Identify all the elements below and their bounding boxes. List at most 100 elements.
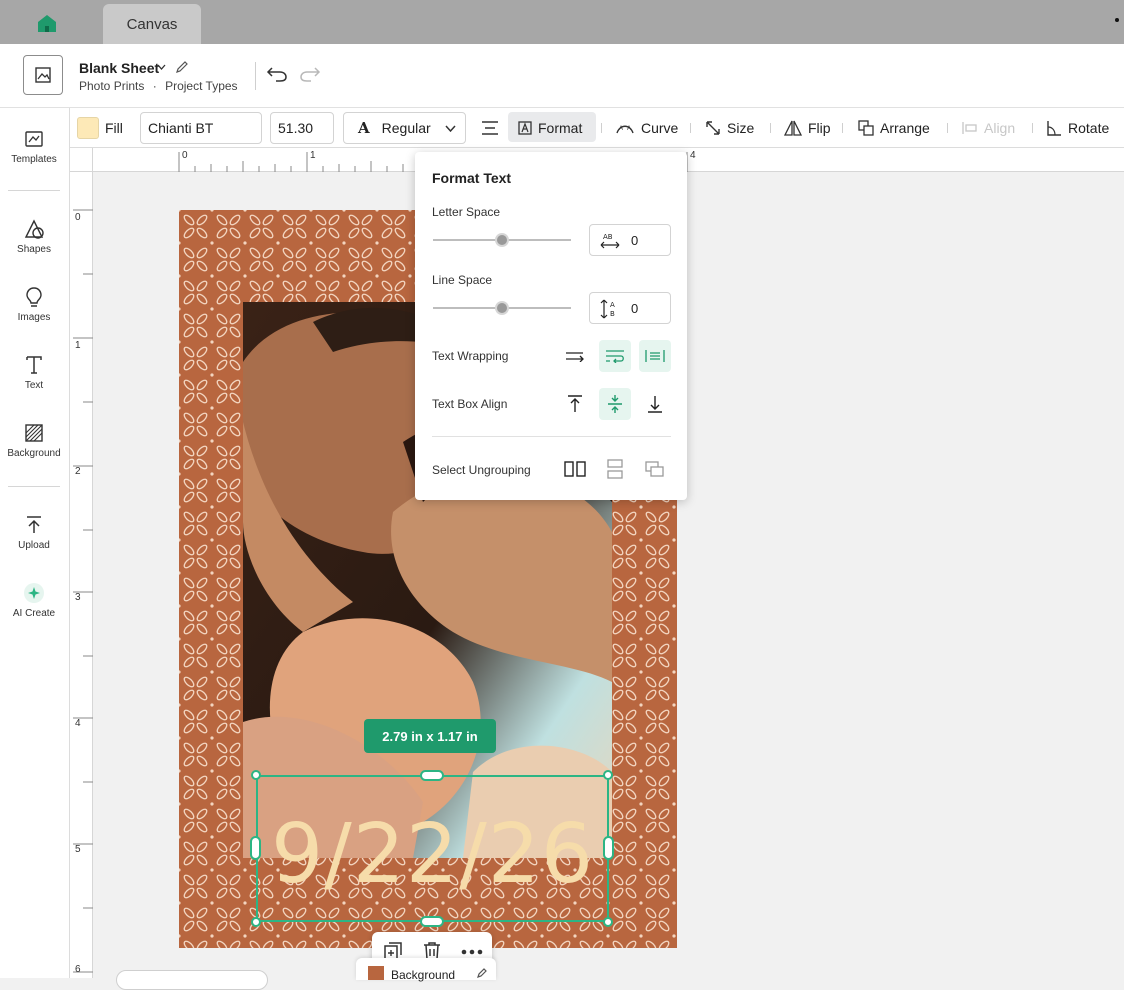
ungroup-lines-option[interactable] xyxy=(599,453,631,485)
breadcrumb-photo-prints[interactable]: Photo Prints xyxy=(79,79,144,93)
format-button[interactable]: Format xyxy=(518,108,582,148)
zoom-pill[interactable] xyxy=(116,970,268,990)
letter-space-value: 0 xyxy=(631,233,639,248)
resize-handle-bottom-right[interactable] xyxy=(603,917,613,927)
resize-handle-bottom-left[interactable] xyxy=(251,917,261,927)
font-style-select[interactable]: A Regular xyxy=(343,112,466,144)
flip-button[interactable]: Flip xyxy=(784,108,831,148)
rotate-icon xyxy=(1047,121,1061,136)
align-bottom-icon xyxy=(648,396,662,413)
sidebar-item-upload[interactable]: Upload xyxy=(0,514,68,551)
background-icon xyxy=(25,424,43,442)
resize-handle-top-right[interactable] xyxy=(603,770,613,780)
align-top-option[interactable] xyxy=(559,388,591,420)
resize-handle-top-left[interactable] xyxy=(251,770,261,780)
sidebar-label: Shapes xyxy=(17,244,51,255)
wrap-fit-option[interactable] xyxy=(639,340,671,372)
project-title[interactable]: Blank Sheet xyxy=(79,60,159,76)
sidebar-label: Background xyxy=(7,448,61,459)
curve-button[interactable]: AA Curve xyxy=(615,108,678,148)
upload-icon xyxy=(27,516,41,533)
align-bottom-option[interactable] xyxy=(639,388,671,420)
sidebar-label: Images xyxy=(17,312,51,323)
sidebar-item-text[interactable]: Text xyxy=(0,354,68,391)
align-middle-option[interactable] xyxy=(599,388,631,420)
redo-icon[interactable] xyxy=(299,65,321,83)
sidebar-item-images[interactable]: Images xyxy=(0,286,68,323)
arrange-button[interactable]: Arrange xyxy=(858,108,930,148)
align-icon xyxy=(962,122,977,134)
line-space-input[interactable]: AB 0 xyxy=(589,292,671,324)
sidebar-label: Templates xyxy=(11,154,57,165)
rename-pencil-icon[interactable] xyxy=(175,60,189,74)
chevron-down-icon[interactable] xyxy=(157,64,166,70)
ruler-ticks xyxy=(73,209,93,973)
more-dot-icon[interactable] xyxy=(1115,18,1119,22)
svg-text:A: A xyxy=(619,126,623,132)
wrap-text-option[interactable] xyxy=(599,340,631,372)
resize-handle-right[interactable] xyxy=(603,836,614,860)
breadcrumb-project-types[interactable]: Project Types xyxy=(165,79,237,93)
resize-handle-bottom[interactable] xyxy=(420,916,444,927)
tab-canvas[interactable]: Canvas xyxy=(103,4,201,44)
wrap-none-option[interactable] xyxy=(559,340,591,372)
font-style-value: Regular xyxy=(381,120,431,136)
dimension-badge: 2.79 in x 1.17 in xyxy=(364,719,496,753)
sidebar-item-background[interactable]: Background xyxy=(0,422,68,459)
breadcrumb-separator: · xyxy=(152,79,157,93)
ruler-label: 2 xyxy=(75,466,81,477)
fill-label[interactable]: Fill xyxy=(105,108,123,148)
resize-handle-left[interactable] xyxy=(250,836,261,860)
resize-handle-top[interactable] xyxy=(420,770,444,781)
edit-pencil-icon[interactable] xyxy=(476,967,488,979)
svg-text:A: A xyxy=(610,301,615,309)
vertical-ruler: 0 1 2 3 4 5 6 xyxy=(70,172,93,978)
text-align-button[interactable] xyxy=(480,108,506,148)
ruler-label: 3 xyxy=(75,592,81,603)
sidebar-label: Upload xyxy=(18,540,50,551)
letter-space-input[interactable]: AB 0 xyxy=(589,224,671,256)
sidebar-item-shapes[interactable]: Shapes xyxy=(0,218,68,255)
ungroup-layers-icon xyxy=(645,461,664,477)
project-thumbnail-button[interactable] xyxy=(23,55,63,95)
left-sidebar: Templates Shapes Images Text Background … xyxy=(0,108,70,978)
ruler-label: 6 xyxy=(75,964,81,975)
rotate-button[interactable]: Rotate xyxy=(1046,108,1109,148)
align-button[interactable]: Align xyxy=(962,108,1015,148)
toolbar-divider xyxy=(842,123,843,133)
layer-tag-label: Background xyxy=(391,968,456,982)
sidebar-label: Text xyxy=(24,380,44,391)
ruler-label: 0 xyxy=(182,150,188,161)
text-wrapping-label: Text Wrapping xyxy=(432,349,509,363)
sidebar-item-ai-create[interactable]: AI Create xyxy=(0,582,68,619)
home-icon[interactable] xyxy=(38,15,56,32)
toolbar-divider xyxy=(601,123,602,133)
font-style-icon: A xyxy=(358,119,370,137)
ruler-label: 5 xyxy=(75,844,81,855)
letter-space-slider-knob[interactable] xyxy=(495,233,509,247)
image-icon xyxy=(35,67,51,83)
line-space-slider-knob[interactable] xyxy=(495,301,509,315)
size-button[interactable]: Size xyxy=(705,108,754,148)
wrap-none-icon xyxy=(566,352,584,362)
layer-tag[interactable]: Background xyxy=(356,958,496,982)
sidebar-item-templates[interactable]: Templates xyxy=(0,128,68,165)
shapes-icon xyxy=(24,219,44,239)
align-middle-icon xyxy=(608,395,622,413)
svg-text:AB: AB xyxy=(603,233,613,241)
font-size-input[interactable]: 51.30 xyxy=(270,112,334,144)
fill-color-swatch[interactable] xyxy=(77,117,99,139)
ungroup-letters-option[interactable] xyxy=(559,453,591,485)
ruler-label: 0 xyxy=(75,212,81,223)
sidebar-divider xyxy=(8,486,60,487)
ruler-label: 1 xyxy=(310,150,316,161)
undo-icon[interactable] xyxy=(266,65,288,83)
selection-box[interactable] xyxy=(256,775,609,922)
line-space-label: Line Space xyxy=(432,273,493,287)
popup-title: Format Text xyxy=(432,170,512,186)
ungroup-layers-option[interactable] xyxy=(639,453,671,485)
templates-icon xyxy=(25,131,43,147)
more-options-icon[interactable] xyxy=(461,949,483,955)
flip-label: Flip xyxy=(808,120,831,136)
font-family-select[interactable]: Chianti BT xyxy=(140,112,262,144)
